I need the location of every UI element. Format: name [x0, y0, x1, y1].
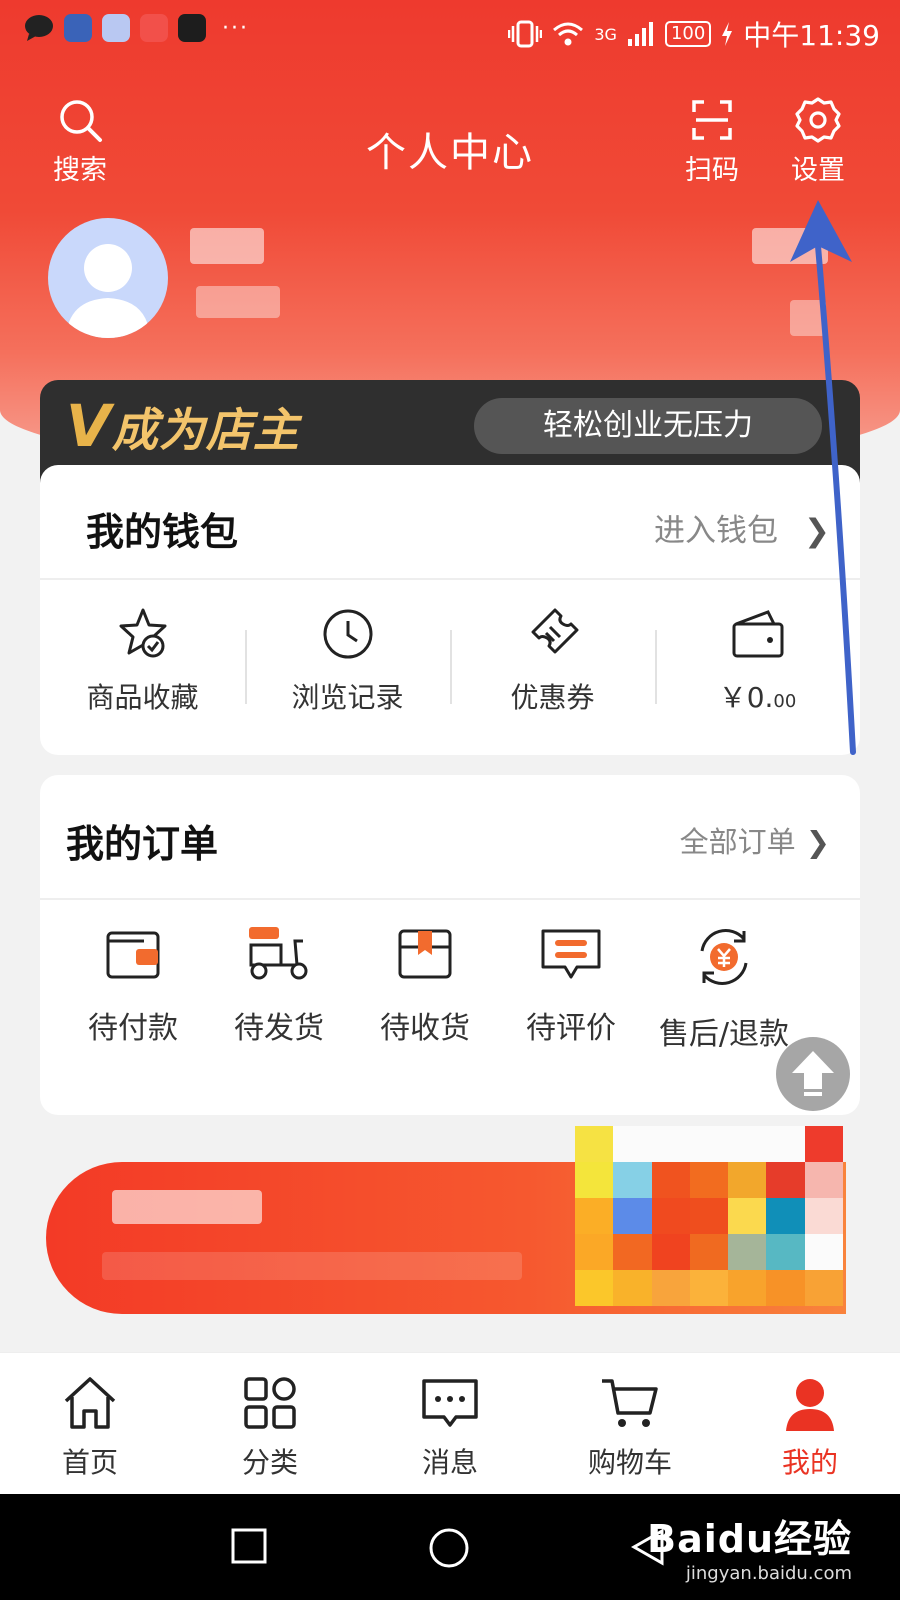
- pixelated-promo-image: [575, 1126, 843, 1306]
- baidu-watermark: Baidu经验 jingyan.baidu.com: [647, 1508, 852, 1584]
- star-check-icon: [119, 608, 166, 658]
- tab-category-label: 分类: [241, 1446, 298, 1479]
- arrow-up-icon: [792, 1051, 834, 1096]
- pending-receipt-label: 待收货: [380, 1011, 470, 1046]
- after-sales-item[interactable]: 售后/退款: [644, 925, 804, 1053]
- home-icon: [64, 1377, 116, 1429]
- watermark-brand: Baidu经验: [647, 1517, 852, 1561]
- delivery-scooter-icon: [249, 927, 308, 980]
- chat-bubble-icon: [25, 15, 53, 41]
- settings-button[interactable]: 设置: [778, 96, 858, 187]
- scan-label: 扫码: [685, 155, 739, 186]
- charging-icon: [722, 22, 733, 46]
- clock: 中午11:39: [743, 19, 880, 52]
- chevron-right-icon: ❯: [805, 825, 830, 859]
- home-circle-icon[interactable]: [428, 1527, 470, 1569]
- browser-app-icon: [102, 14, 130, 42]
- avatar[interactable]: [48, 218, 168, 338]
- blurred-promo-title: [112, 1190, 262, 1224]
- pending-payment-label: 待付款: [88, 1011, 178, 1046]
- tab-messages-label: 消息: [421, 1446, 478, 1479]
- all-orders-link[interactable]: 全部订单 ❯: [680, 819, 830, 861]
- pending-receipt-item[interactable]: 待收货: [352, 925, 498, 1053]
- vibrate-icon: [508, 20, 543, 48]
- settings-label: 设置: [791, 155, 845, 186]
- coupons-item[interactable]: 优惠券: [450, 582, 655, 752]
- page-title: 个人中心: [366, 130, 534, 176]
- blurred-promo-subtitle: [102, 1252, 522, 1280]
- tab-mine-label: 我的: [781, 1446, 838, 1479]
- tab-mine[interactable]: 我的: [720, 1353, 900, 1494]
- balance-label: ￥0.00: [718, 681, 797, 714]
- orders-title: 我的订单: [66, 822, 219, 866]
- status-bar: ··· 3G 100 中午11:39: [0, 0, 900, 62]
- favorites-label: 商品收藏: [86, 681, 199, 714]
- notification-icons: ···: [24, 14, 249, 42]
- user-icon: [786, 1379, 834, 1431]
- shopkeeper-slogan-button[interactable]: 轻松创业无压力: [474, 398, 822, 454]
- watermark-url: jingyan.baidu.com: [685, 1563, 852, 1584]
- signal-icon: [627, 22, 653, 46]
- wallet-title: 我的钱包: [86, 510, 239, 554]
- ticket-icon: [531, 608, 578, 654]
- shopkeeper-logo: V成为店主: [66, 392, 300, 460]
- system-navigation-bar: Baidu经验 jingyan.baidu.com: [0, 1494, 900, 1600]
- tab-category[interactable]: 分类: [180, 1353, 360, 1494]
- gear-icon: [795, 97, 841, 143]
- orders-card: 我的订单 全部订单 ❯ 待付款 待发货 待收货 待评价 售后/退款: [40, 775, 860, 1115]
- wallet-icon: [106, 931, 160, 979]
- default-user-icon: [66, 244, 150, 338]
- pending-payment-item[interactable]: 待付款: [60, 925, 206, 1053]
- pending-shipment-label: 待发货: [234, 1011, 324, 1046]
- history-item[interactable]: 浏览记录: [245, 582, 450, 752]
- wallet-icon: [732, 610, 783, 658]
- orders-header: 我的订单 全部订单 ❯: [40, 775, 860, 900]
- grid-icon: [244, 1377, 296, 1429]
- store-app-icon: [178, 14, 206, 42]
- wallet-card: 我的钱包 进入钱包 ❯ 商品收藏 浏览记录 优惠券 ￥0.00: [40, 465, 860, 755]
- blurred-username: [190, 228, 264, 264]
- battery-level: 100: [664, 21, 712, 47]
- comment-icon: [541, 929, 601, 979]
- refund-yen-icon: [700, 929, 748, 985]
- tab-cart-label: 购物车: [587, 1446, 672, 1479]
- clock-icon: [323, 609, 372, 659]
- tab-messages[interactable]: 消息: [360, 1353, 540, 1494]
- blurred-user-stat: [752, 228, 828, 264]
- cart-icon: [602, 1379, 658, 1427]
- scan-button[interactable]: 扫码: [672, 96, 752, 187]
- shield-app-icon: [64, 14, 92, 42]
- pending-shipment-item[interactable]: 待发货: [206, 925, 352, 1053]
- tab-home[interactable]: 首页: [0, 1353, 180, 1494]
- tab-home-label: 首页: [61, 1446, 118, 1479]
- back-to-top-button[interactable]: [776, 1037, 850, 1111]
- blurred-user-info: [196, 286, 280, 318]
- mail-app-icon: [140, 14, 168, 42]
- enter-wallet-link[interactable]: 进入钱包 ❯: [654, 505, 830, 550]
- more-notifications-icon: ···: [222, 15, 249, 41]
- message-icon: [422, 1379, 478, 1427]
- wallet-header: 我的钱包 进入钱包 ❯: [40, 465, 860, 580]
- blurred-user-stat-2: [790, 300, 826, 336]
- coupons-label: 优惠券: [510, 681, 595, 714]
- balance-item[interactable]: ￥0.00: [655, 582, 860, 752]
- tab-cart[interactable]: 购物车: [540, 1353, 720, 1494]
- pending-review-label: 待评价: [526, 1011, 616, 1046]
- history-label: 浏览记录: [291, 681, 404, 714]
- bottom-tab-bar: 首页 分类 消息 购物车 我的: [0, 1352, 900, 1494]
- wifi-icon: [553, 22, 584, 46]
- package-icon: [398, 929, 452, 979]
- pending-review-item[interactable]: 待评价: [498, 925, 644, 1053]
- recents-square-icon[interactable]: [230, 1527, 268, 1565]
- network-type: 3G: [594, 24, 617, 44]
- favorites-item[interactable]: 商品收藏: [40, 582, 245, 752]
- scan-icon: [692, 100, 732, 140]
- chevron-right-icon: ❯: [804, 513, 830, 549]
